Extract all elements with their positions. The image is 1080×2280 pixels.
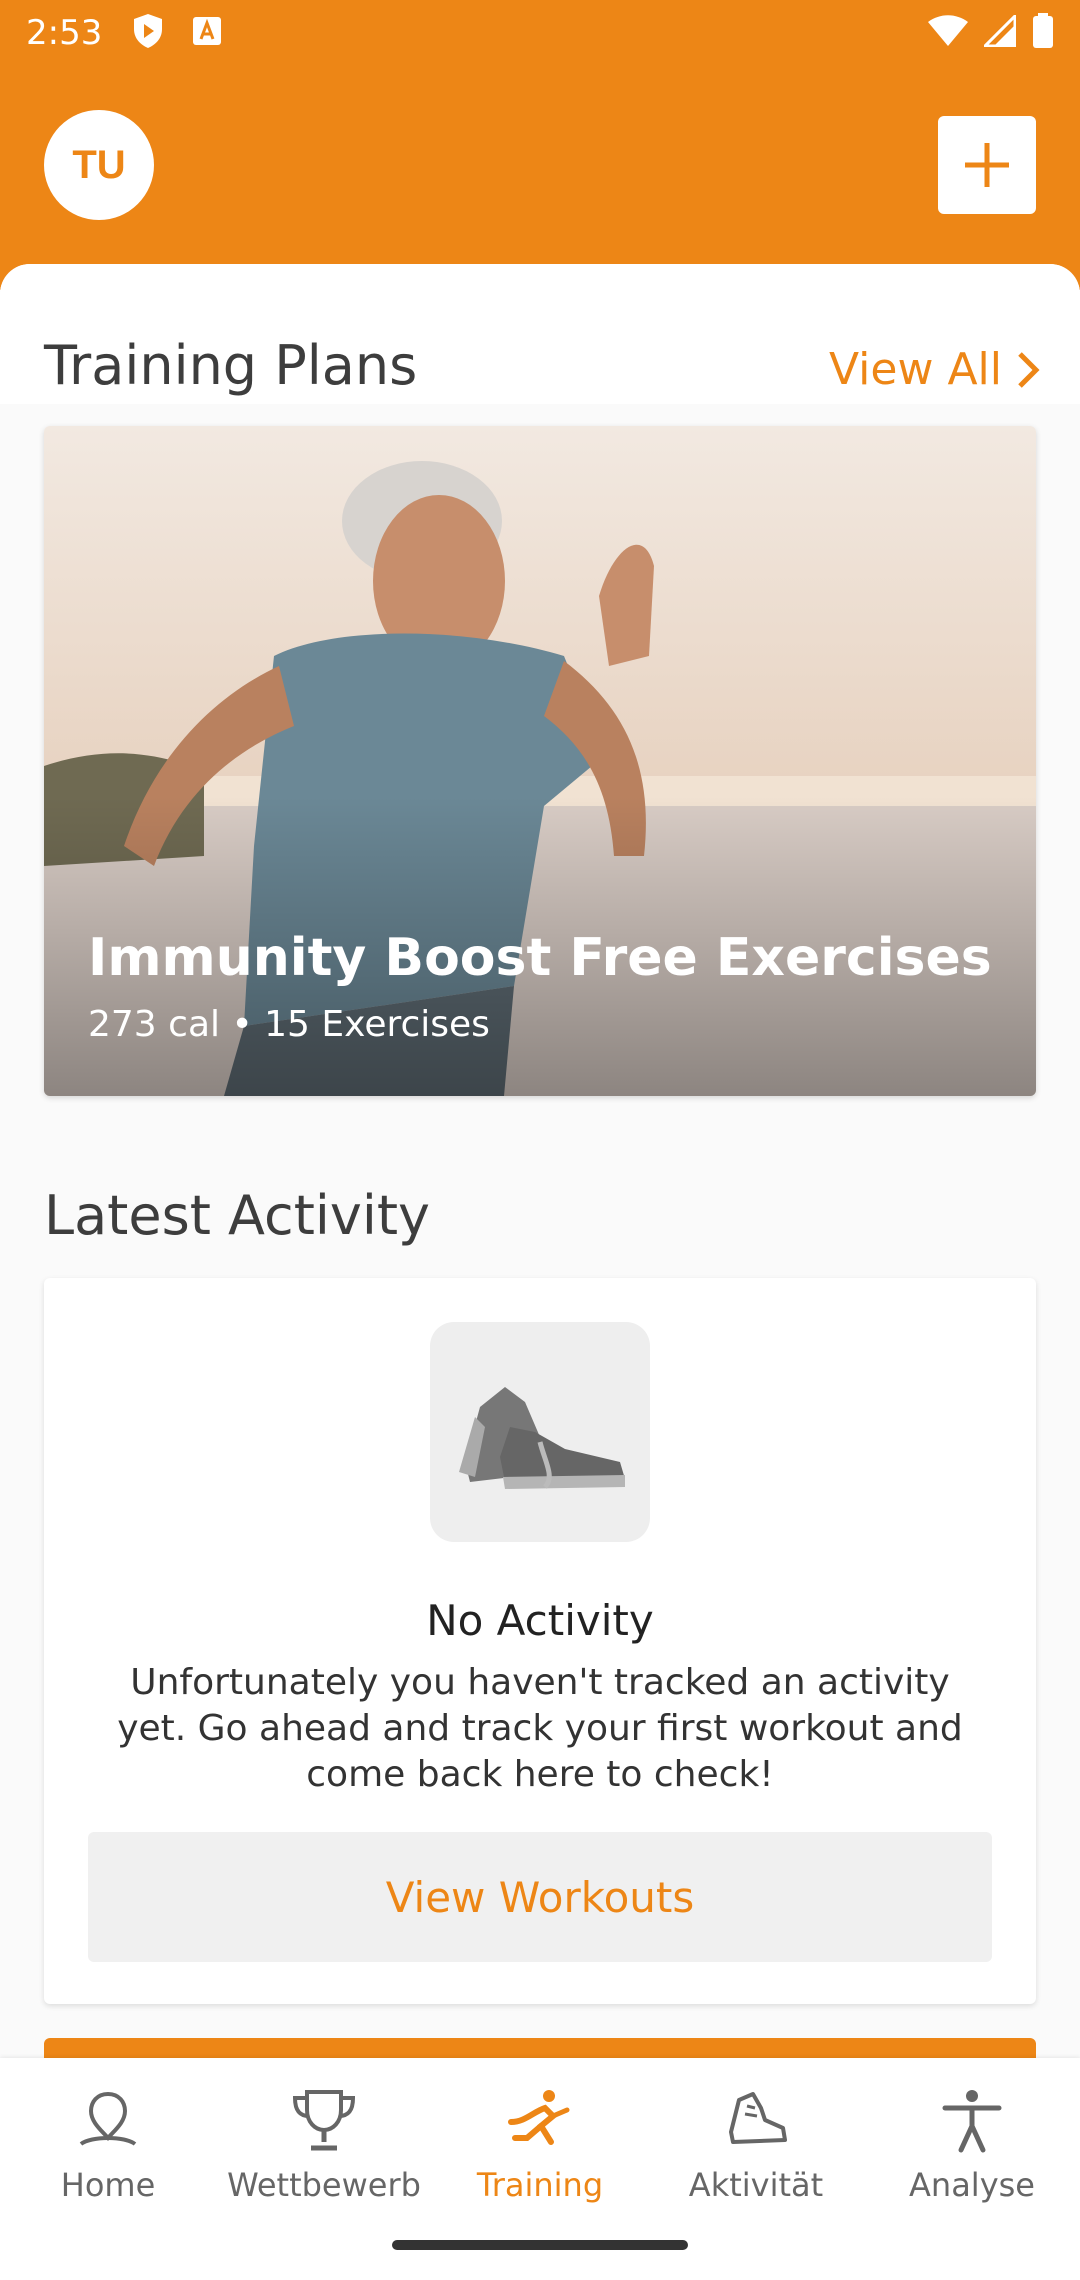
running-icon	[508, 2090, 570, 2145]
chevron-right-icon	[1018, 351, 1040, 388]
training-plan-meta: 273 cal • 15 Exercises	[88, 1004, 490, 1045]
status-time: 2:53	[26, 13, 103, 53]
view-all-label: View All	[829, 344, 1002, 395]
nav-item-label: Aktivität	[688, 2166, 824, 2204]
latest-activity-card: No Activity Unfortunately you haven't tr…	[44, 1278, 1036, 2004]
latest-activity-title: Latest Activity	[44, 1184, 430, 1247]
nav-item-home[interactable]: Home	[0, 2058, 216, 2280]
empty-state-title: No Activity	[426, 1596, 654, 1645]
signal-icon	[981, 11, 1017, 52]
shoe-icon	[729, 2092, 787, 2144]
nav-item-label: Wettbewerb	[227, 2166, 421, 2204]
nav-item-label: Training	[476, 2166, 604, 2204]
training-plans-title: Training Plans	[44, 334, 418, 397]
home-indicator[interactable]	[392, 2240, 688, 2250]
nav-item-label: Analyse	[909, 2166, 1035, 2204]
training-plan-card[interactable]: Immunity Boost Free Exercises 273 cal • …	[44, 426, 1036, 1096]
view-workouts-button[interactable]: View Workouts	[88, 1832, 992, 1962]
home-icon	[79, 2091, 137, 2146]
add-button[interactable]	[938, 116, 1036, 214]
content-sheet: Training Plans View All Immunity Boost F…	[0, 264, 1080, 2064]
training-plan-title: Immunity Boost Free Exercises	[88, 928, 992, 988]
text-notification-icon	[192, 16, 222, 51]
wifi-icon	[928, 14, 968, 52]
view-all-link[interactable]: View All	[829, 344, 1040, 395]
shoe-illustration	[430, 1322, 650, 1542]
plus-icon	[965, 143, 1009, 187]
empty-state-description: Unfortunately you haven't tracked an act…	[117, 1662, 963, 1795]
person-icon	[942, 2090, 1002, 2153]
avatar[interactable]: TU	[44, 110, 154, 220]
nav-item-analyse[interactable]: Analyse	[864, 2058, 1080, 2280]
battery-icon	[1032, 12, 1054, 54]
play-protect-icon	[132, 13, 164, 54]
trophy-icon	[292, 2090, 356, 2151]
sneakers-icon	[459, 1387, 625, 1489]
nav-item-label: Home	[60, 2166, 156, 2204]
status-bar: 2:53	[0, 0, 1080, 66]
